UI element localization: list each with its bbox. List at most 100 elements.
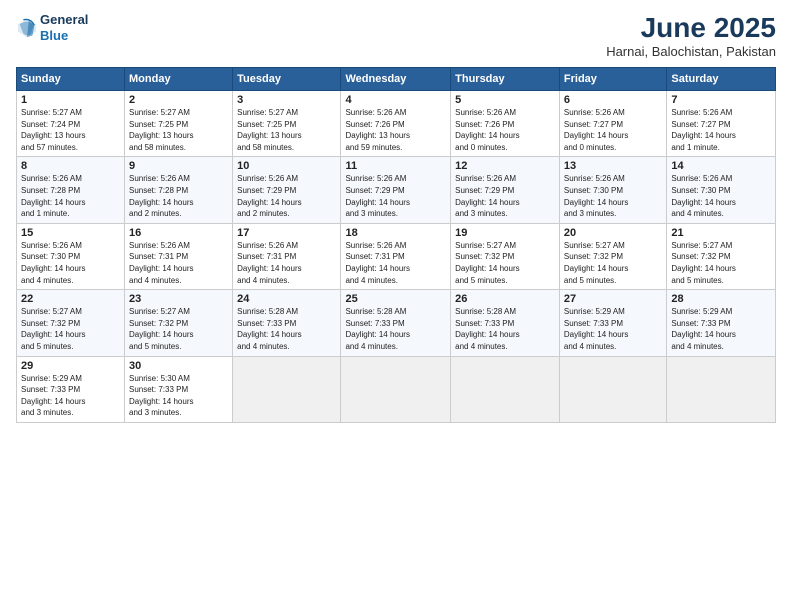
day-number: 4 [345,94,446,106]
calendar-cell: 2Sunrise: 5:27 AM Sunset: 7:25 PM Daylig… [125,91,233,157]
calendar-cell: 27Sunrise: 5:29 AM Sunset: 7:33 PM Dayli… [559,290,666,356]
day-info: Sunrise: 5:26 AM Sunset: 7:29 PM Dayligh… [345,173,446,219]
calendar-cell: 19Sunrise: 5:27 AM Sunset: 7:32 PM Dayli… [451,223,560,289]
calendar-cell: 9Sunrise: 5:26 AM Sunset: 7:28 PM Daylig… [125,157,233,223]
day-info: Sunrise: 5:28 AM Sunset: 7:33 PM Dayligh… [345,306,446,352]
day-info: Sunrise: 5:26 AM Sunset: 7:27 PM Dayligh… [564,107,662,153]
calendar-cell: 11Sunrise: 5:26 AM Sunset: 7:29 PM Dayli… [341,157,451,223]
calendar-cell [559,356,666,422]
day-info: Sunrise: 5:27 AM Sunset: 7:32 PM Dayligh… [21,306,120,352]
day-info: Sunrise: 5:27 AM Sunset: 7:32 PM Dayligh… [455,240,555,286]
day-number: 27 [564,293,662,305]
day-info: Sunrise: 5:26 AM Sunset: 7:26 PM Dayligh… [345,107,446,153]
day-header-tuesday: Tuesday [233,68,341,91]
day-info: Sunrise: 5:30 AM Sunset: 7:33 PM Dayligh… [129,373,228,419]
day-number: 18 [345,227,446,239]
day-number: 16 [129,227,228,239]
page: General Blue June 2025 Harnai, Balochist… [0,0,792,612]
day-number: 25 [345,293,446,305]
logo-general: General [40,12,88,28]
day-number: 2 [129,94,228,106]
day-header-wednesday: Wednesday [341,68,451,91]
header: General Blue June 2025 Harnai, Balochist… [16,12,776,59]
calendar-cell: 1Sunrise: 5:27 AM Sunset: 7:24 PM Daylig… [17,91,125,157]
calendar-cell: 30Sunrise: 5:30 AM Sunset: 7:33 PM Dayli… [125,356,233,422]
day-number: 7 [671,94,771,106]
day-number: 26 [455,293,555,305]
calendar-cell [451,356,560,422]
calendar-cell [341,356,451,422]
day-info: Sunrise: 5:27 AM Sunset: 7:24 PM Dayligh… [21,107,120,153]
day-number: 14 [671,160,771,172]
calendar-cell: 21Sunrise: 5:27 AM Sunset: 7:32 PM Dayli… [667,223,776,289]
day-number: 28 [671,293,771,305]
calendar-cell: 14Sunrise: 5:26 AM Sunset: 7:30 PM Dayli… [667,157,776,223]
day-header-sunday: Sunday [17,68,125,91]
day-header-monday: Monday [125,68,233,91]
day-number: 10 [237,160,336,172]
calendar-cell: 13Sunrise: 5:26 AM Sunset: 7:30 PM Dayli… [559,157,666,223]
day-number: 17 [237,227,336,239]
day-number: 9 [129,160,228,172]
calendar-table: SundayMondayTuesdayWednesdayThursdayFrid… [16,67,776,423]
day-info: Sunrise: 5:26 AM Sunset: 7:28 PM Dayligh… [21,173,120,219]
day-number: 20 [564,227,662,239]
day-number: 22 [21,293,120,305]
logo-icon [16,17,38,39]
day-info: Sunrise: 5:29 AM Sunset: 7:33 PM Dayligh… [21,373,120,419]
calendar-cell: 7Sunrise: 5:26 AM Sunset: 7:27 PM Daylig… [667,91,776,157]
day-number: 12 [455,160,555,172]
day-info: Sunrise: 5:26 AM Sunset: 7:27 PM Dayligh… [671,107,771,153]
calendar-cell: 4Sunrise: 5:26 AM Sunset: 7:26 PM Daylig… [341,91,451,157]
day-info: Sunrise: 5:29 AM Sunset: 7:33 PM Dayligh… [564,306,662,352]
calendar-cell: 16Sunrise: 5:26 AM Sunset: 7:31 PM Dayli… [125,223,233,289]
calendar-cell: 15Sunrise: 5:26 AM Sunset: 7:30 PM Dayli… [17,223,125,289]
calendar-cell [233,356,341,422]
calendar-cell: 28Sunrise: 5:29 AM Sunset: 7:33 PM Dayli… [667,290,776,356]
title-block: June 2025 Harnai, Balochistan, Pakistan [606,12,776,59]
logo-text: General Blue [40,12,88,43]
day-number: 29 [21,360,120,372]
calendar-cell: 18Sunrise: 5:26 AM Sunset: 7:31 PM Dayli… [341,223,451,289]
calendar-cell [667,356,776,422]
calendar-cell: 3Sunrise: 5:27 AM Sunset: 7:25 PM Daylig… [233,91,341,157]
day-info: Sunrise: 5:28 AM Sunset: 7:33 PM Dayligh… [237,306,336,352]
calendar-cell: 6Sunrise: 5:26 AM Sunset: 7:27 PM Daylig… [559,91,666,157]
calendar-cell: 17Sunrise: 5:26 AM Sunset: 7:31 PM Dayli… [233,223,341,289]
day-info: Sunrise: 5:26 AM Sunset: 7:29 PM Dayligh… [455,173,555,219]
calendar-cell: 10Sunrise: 5:26 AM Sunset: 7:29 PM Dayli… [233,157,341,223]
day-number: 13 [564,160,662,172]
day-number: 24 [237,293,336,305]
day-info: Sunrise: 5:26 AM Sunset: 7:30 PM Dayligh… [564,173,662,219]
location-subtitle: Harnai, Balochistan, Pakistan [606,44,776,59]
calendar-cell: 26Sunrise: 5:28 AM Sunset: 7:33 PM Dayli… [451,290,560,356]
logo-blue: Blue [40,28,88,44]
day-info: Sunrise: 5:27 AM Sunset: 7:25 PM Dayligh… [237,107,336,153]
day-number: 6 [564,94,662,106]
day-info: Sunrise: 5:26 AM Sunset: 7:31 PM Dayligh… [237,240,336,286]
day-info: Sunrise: 5:27 AM Sunset: 7:32 PM Dayligh… [671,240,771,286]
day-number: 15 [21,227,120,239]
day-info: Sunrise: 5:28 AM Sunset: 7:33 PM Dayligh… [455,306,555,352]
day-header-saturday: Saturday [667,68,776,91]
day-info: Sunrise: 5:27 AM Sunset: 7:32 PM Dayligh… [564,240,662,286]
calendar-cell: 29Sunrise: 5:29 AM Sunset: 7:33 PM Dayli… [17,356,125,422]
day-number: 30 [129,360,228,372]
day-info: Sunrise: 5:29 AM Sunset: 7:33 PM Dayligh… [671,306,771,352]
day-info: Sunrise: 5:26 AM Sunset: 7:31 PM Dayligh… [345,240,446,286]
day-number: 11 [345,160,446,172]
calendar-cell: 8Sunrise: 5:26 AM Sunset: 7:28 PM Daylig… [17,157,125,223]
day-number: 23 [129,293,228,305]
calendar-cell: 22Sunrise: 5:27 AM Sunset: 7:32 PM Dayli… [17,290,125,356]
day-number: 8 [21,160,120,172]
day-number: 19 [455,227,555,239]
calendar-cell: 20Sunrise: 5:27 AM Sunset: 7:32 PM Dayli… [559,223,666,289]
calendar-cell: 23Sunrise: 5:27 AM Sunset: 7:32 PM Dayli… [125,290,233,356]
day-info: Sunrise: 5:26 AM Sunset: 7:31 PM Dayligh… [129,240,228,286]
day-info: Sunrise: 5:27 AM Sunset: 7:25 PM Dayligh… [129,107,228,153]
day-info: Sunrise: 5:26 AM Sunset: 7:26 PM Dayligh… [455,107,555,153]
day-info: Sunrise: 5:26 AM Sunset: 7:29 PM Dayligh… [237,173,336,219]
day-info: Sunrise: 5:26 AM Sunset: 7:28 PM Dayligh… [129,173,228,219]
day-header-friday: Friday [559,68,666,91]
calendar-cell: 24Sunrise: 5:28 AM Sunset: 7:33 PM Dayli… [233,290,341,356]
